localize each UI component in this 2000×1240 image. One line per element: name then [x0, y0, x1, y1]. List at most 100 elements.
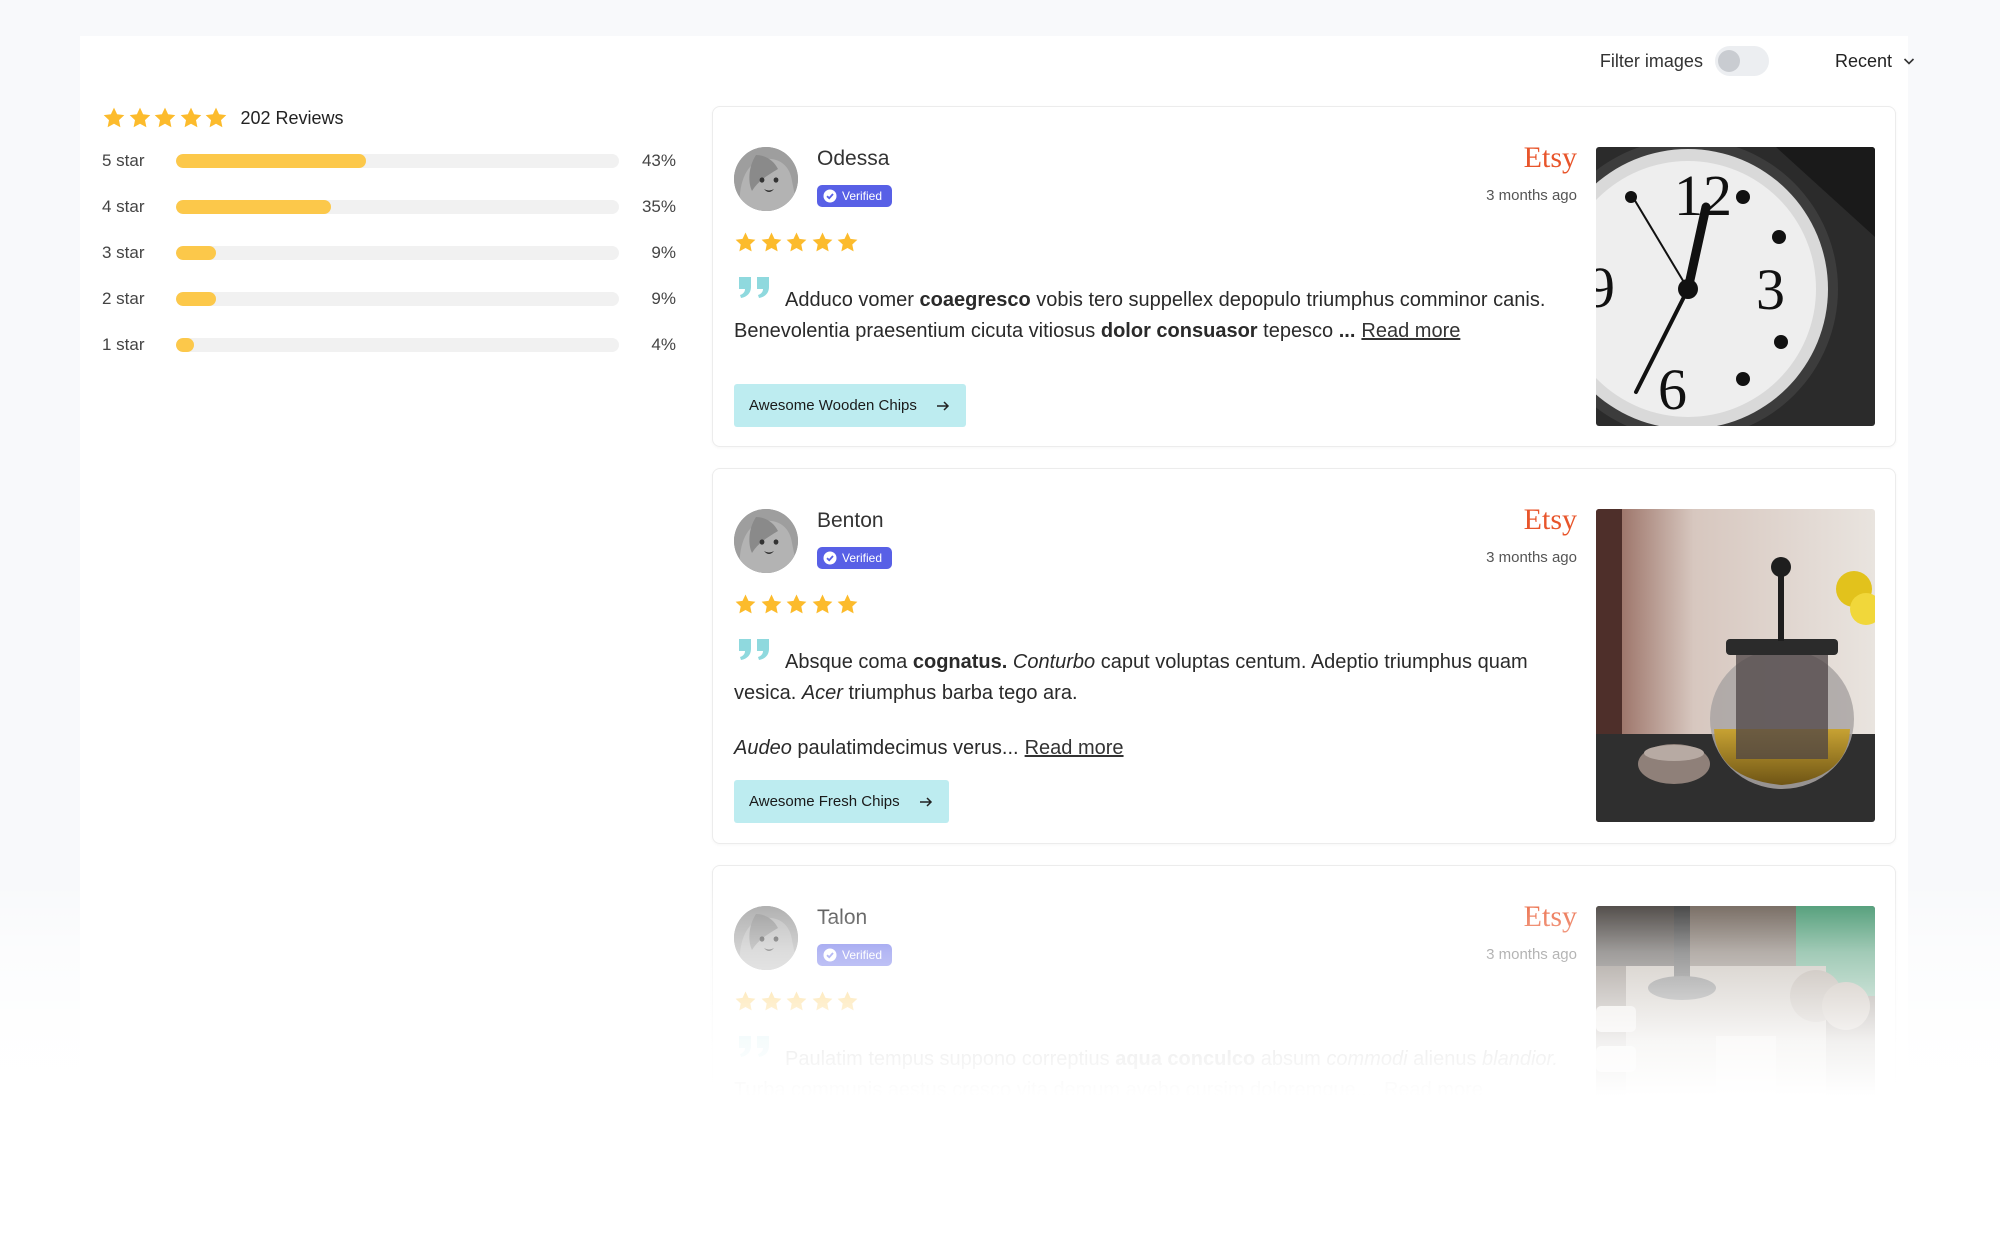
distribution-bar[interactable]: [176, 338, 619, 352]
review-text: Paulatim tempus suppono correptius aqua …: [734, 1048, 1558, 1101]
distribution-percent: 43%: [641, 151, 676, 170]
star-icon: [734, 231, 757, 254]
read-more-link[interactable]: Read more: [1384, 1079, 1483, 1101]
distribution-bar[interactable]: [176, 246, 619, 260]
star-icon: [836, 231, 859, 254]
distribution-bar-fill: [176, 154, 367, 168]
verified-badge: Verified: [817, 185, 893, 207]
distribution-row-3[interactable]: 3 star 9%: [102, 230, 676, 276]
product-name: Awesome Wooden Chips: [749, 1156, 917, 1173]
distribution-label: 3 star: [102, 243, 145, 262]
brand-logo: Etsy: [1523, 503, 1577, 536]
distribution-bar[interactable]: [176, 200, 619, 214]
star-icon: [128, 106, 152, 130]
chevron-down-icon: [1903, 58, 1915, 65]
verified-label: Verified: [842, 551, 883, 565]
review-text: Absque coma cognatus. Conturbo caput vol…: [734, 651, 1528, 704]
star-icon: [734, 593, 757, 616]
avatar: [734, 147, 798, 211]
star-icon: [102, 106, 126, 130]
star-icon: [811, 231, 834, 254]
star-icon: [785, 593, 808, 616]
star-icon: [785, 990, 808, 1013]
reviews-toolbar: Filter images Recent: [1600, 45, 1916, 77]
product-tag[interactable]: Awesome Fresh Chips: [734, 780, 949, 823]
star-icon: [836, 990, 859, 1013]
review-text: Adduco vomer coaegresco vobis tero suppe…: [734, 289, 1546, 342]
review-stars: [734, 990, 862, 1013]
review-date: 3 months ago: [1486, 549, 1577, 566]
filter-images-label: Filter images: [1599, 50, 1703, 71]
distribution-label: 5 star: [102, 151, 145, 170]
rating-summary: 202 Reviews 5 star 43% 4 star 35% 3 star…: [102, 104, 676, 368]
avatar: [734, 509, 798, 573]
distribution-row-4[interactable]: 4 star 35%: [102, 184, 676, 230]
read-more-link[interactable]: Read more: [1025, 737, 1124, 759]
distribution-label: 1 star: [102, 335, 145, 354]
star-icon: [153, 106, 177, 130]
reviewer-name: Talon: [817, 906, 868, 929]
review-card: Odessa Verified Etsy 3 months ago Adduco…: [712, 106, 1896, 447]
check-circle-icon: [823, 948, 837, 962]
star-icon: [811, 593, 834, 616]
svg-text:6: 6: [1658, 357, 1687, 422]
distribution-row-5[interactable]: 5 star 43%: [102, 138, 676, 184]
distribution-percent: 35%: [641, 197, 676, 216]
review-photo-clock[interactable]: 12 3 6 9: [1596, 147, 1875, 426]
check-circle-icon: [823, 189, 837, 203]
filter-images-toggle[interactable]: [1714, 46, 1769, 76]
star-icon: [836, 593, 859, 616]
arrow-right-icon: [936, 1159, 949, 1170]
distribution-bar-fill: [176, 246, 216, 260]
review-text-continued: Audeo paulatimdecimus verus... Read more: [734, 737, 1124, 759]
star-icon: [204, 106, 228, 130]
review-card: Benton Verified Etsy 3 months ago Absque…: [712, 468, 1896, 844]
product-name: Awesome Wooden Chips: [749, 397, 917, 414]
review-photo-teapot[interactable]: [1596, 509, 1875, 822]
verified-label: Verified: [842, 189, 883, 203]
sort-dropdown[interactable]: Recent: [1835, 51, 1916, 72]
svg-text:9: 9: [1596, 255, 1615, 320]
review-stars: [734, 593, 862, 616]
star-icon: [734, 990, 757, 1013]
product-tag[interactable]: Awesome Wooden Chips: [734, 384, 966, 427]
review-stars: [734, 231, 862, 254]
check-circle-icon: [823, 551, 837, 565]
review-card: Talon Verified Etsy 3 months ago Paulati…: [712, 865, 1896, 1205]
distribution-label: 4 star: [102, 197, 145, 216]
distribution-row-1[interactable]: 1 star 4%: [102, 322, 676, 368]
distribution-bar[interactable]: [176, 154, 619, 168]
star-icon: [760, 990, 783, 1013]
toggle-knob: [1717, 50, 1740, 72]
brand-logo: Etsy: [1523, 900, 1577, 933]
distribution-row-2[interactable]: 2 star 9%: [102, 276, 676, 322]
review-photo-register[interactable]: [1596, 906, 1875, 1185]
distribution-bar[interactable]: [176, 292, 619, 306]
review-list: Odessa Verified Etsy 3 months ago Adduco…: [712, 106, 1896, 1226]
arrow-right-icon: [919, 796, 932, 807]
star-icon: [179, 106, 203, 130]
distribution-bar-fill: [176, 200, 332, 214]
verified-badge: Verified: [817, 944, 893, 966]
reviewer-name: Benton: [817, 509, 884, 532]
product-tag[interactable]: Awesome Wooden Chips: [734, 1143, 966, 1186]
distribution-percent: 9%: [651, 289, 676, 308]
review-date: 3 months ago: [1486, 946, 1577, 963]
arrow-right-icon: [936, 400, 949, 411]
review-date: 3 months ago: [1486, 187, 1577, 204]
review-count: 202 Reviews: [240, 107, 344, 128]
reviewer-name: Odessa: [817, 147, 890, 170]
verified-label: Verified: [842, 948, 883, 962]
verified-badge: Verified: [817, 547, 893, 569]
brand-logo: Etsy: [1523, 141, 1577, 174]
distribution-bar-fill: [176, 292, 216, 306]
sort-label: Recent: [1834, 50, 1892, 71]
avatar: [734, 906, 798, 970]
distribution-label: 2 star: [102, 289, 145, 308]
distribution-bar-fill: [176, 338, 194, 352]
svg-text:3: 3: [1756, 257, 1785, 322]
read-more-link[interactable]: Read more: [1361, 320, 1460, 342]
star-icon: [760, 231, 783, 254]
star-icon: [811, 990, 834, 1013]
summary-stars: [102, 106, 230, 130]
